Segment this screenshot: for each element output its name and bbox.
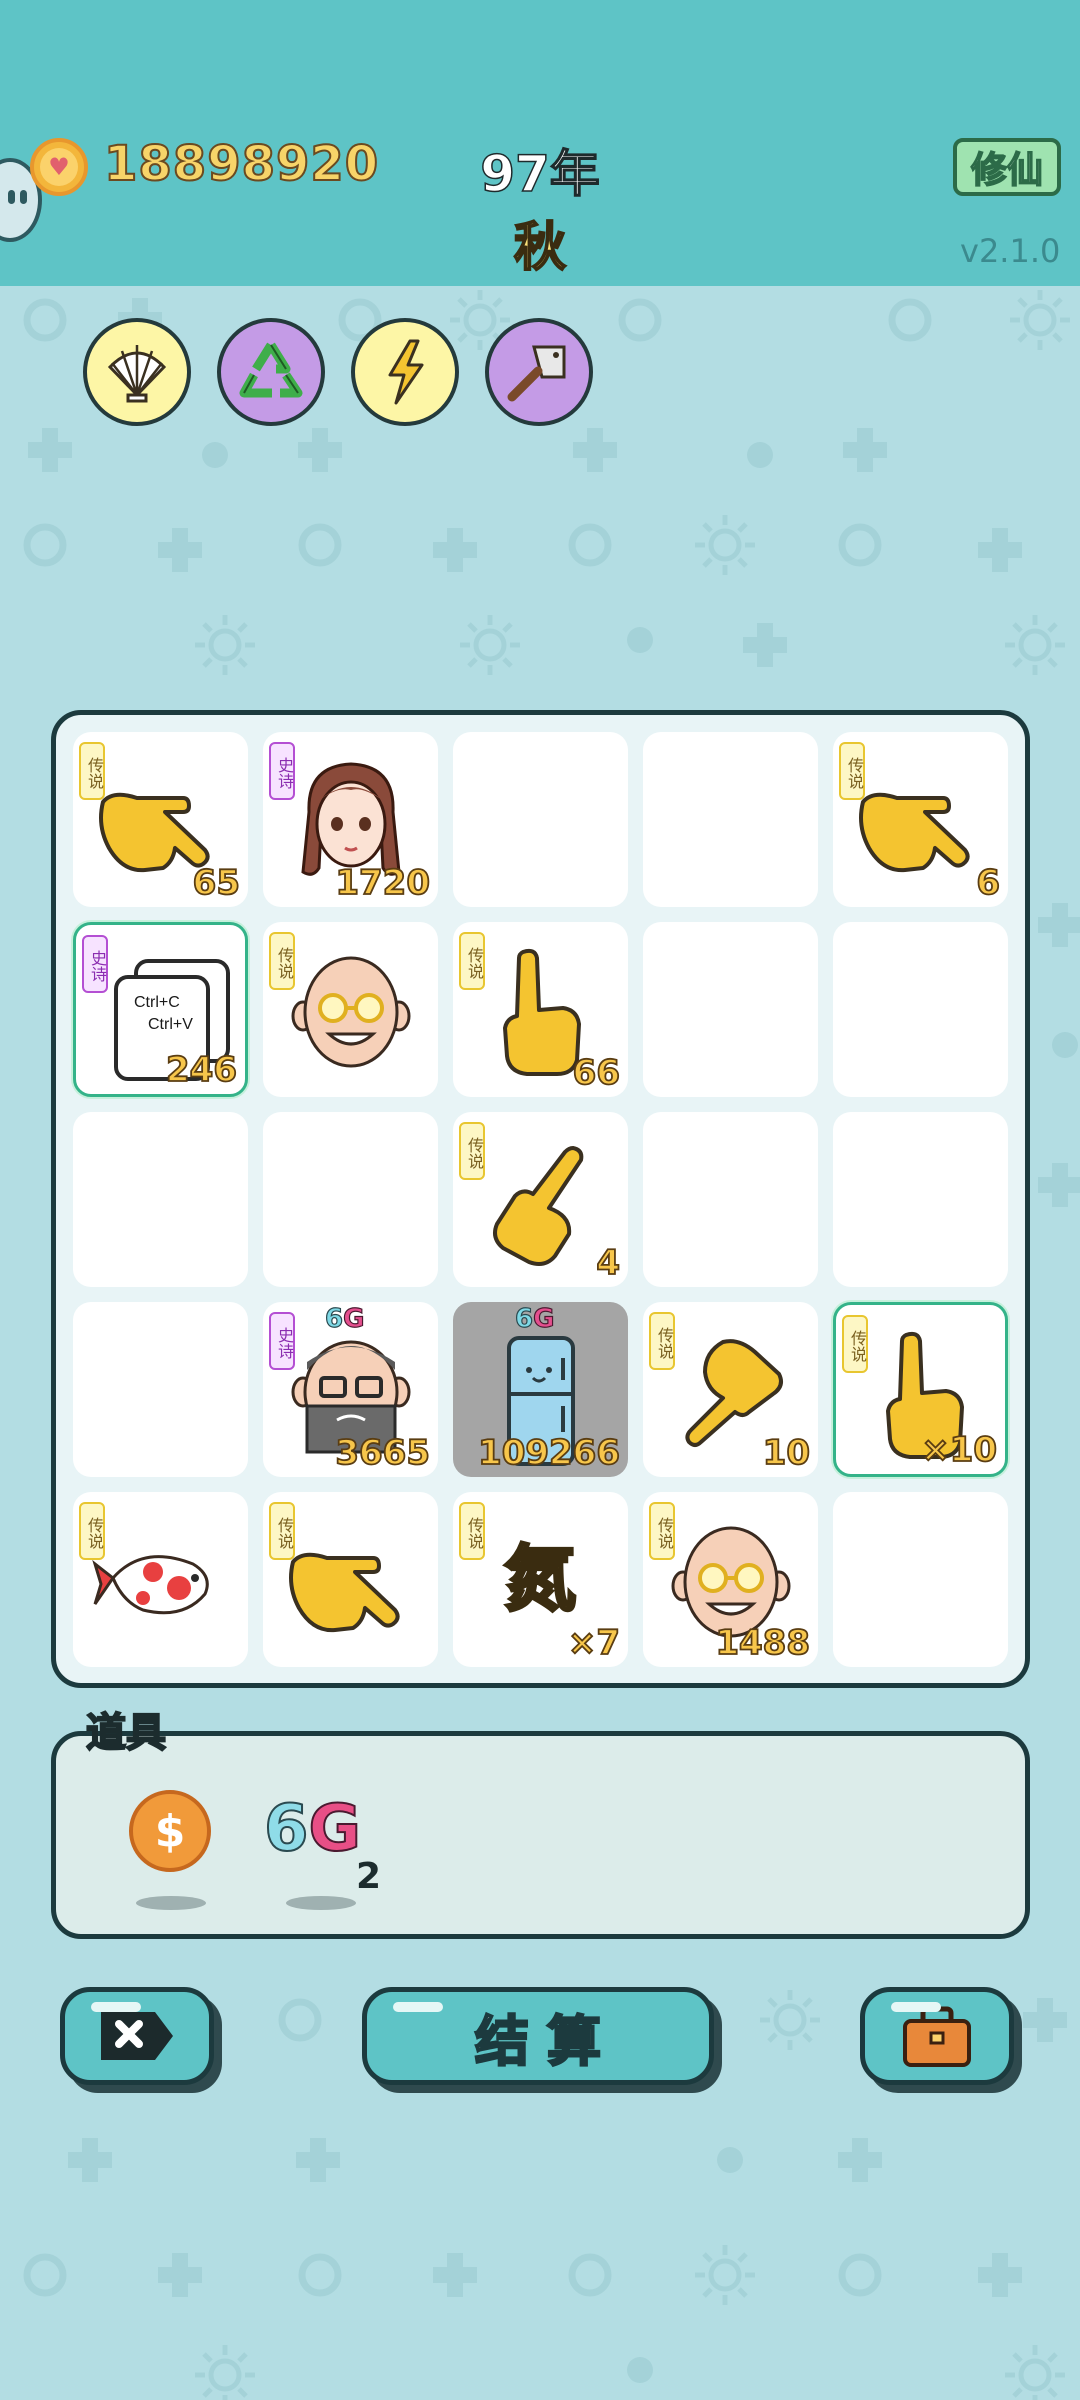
rarity-badge: 传说 [459,932,485,990]
board-cell-old-man-glasses[interactable]: 传说 [263,922,438,1097]
rarity-badge: 传说 [79,1502,105,1560]
rarity-badge: 史诗 [269,742,295,800]
item-count: 66 [572,1052,621,1094]
briefcase-icon [903,2006,971,2067]
top-status-bar: ♥ 18898920 97年 秋 修仙 v2.1.0 [0,0,1080,285]
board-cell-diagonal-point-hand[interactable]: 传说 4 [453,1112,628,1287]
6g-tag: 6G [324,1303,365,1334]
item-count: 1488 [714,1622,810,1664]
rarity-badge: 传说 [649,1312,675,1370]
year-display: 97年 [479,144,600,204]
lightning-icon[interactable] [351,318,459,426]
rarity-badge: 传说 [459,1122,485,1180]
board-cell-pointing-hand[interactable]: 传说 65 [73,732,248,907]
board-cell-fridge-6g[interactable]: 6G 109266 [453,1302,628,1477]
item-count: 10 [762,1432,811,1474]
board-cell-empty[interactable] [833,1492,1008,1667]
header-divider [0,280,1080,286]
6g-tag: 6G [514,1303,555,1334]
board-cell-pointing-hand[interactable]: 传说 6 [833,732,1008,907]
rarity-badge: 传说 [269,1502,295,1560]
item-count: 3665 [334,1432,430,1474]
item-count: ×10 [920,1429,998,1471]
board-cell-nitrogen-char[interactable]: 氮传说 ×7 [453,1492,628,1667]
heart-coin-icon: ♥ [30,138,88,196]
6g-quantity: 2 [356,1856,382,1897]
shell-icon[interactable] [83,318,191,426]
settle-button[interactable]: 结算 [362,1987,714,2085]
recycle-icon[interactable] [217,318,325,426]
item-count: 4 [595,1242,620,1284]
item-count: 246 [165,1049,238,1091]
rarity-badge: 传说 [842,1315,868,1373]
props-label: 道具 [85,1709,167,1757]
board-cell-empty[interactable] [643,1112,818,1287]
rarity-badge: 史诗 [82,935,108,993]
board-cell-bearded-man-6g[interactable]: 史诗 6G 3665 [263,1302,438,1477]
board-cell-old-man-glasses[interactable]: 传说 1488 [643,1492,818,1667]
cleaver-icon[interactable] [485,318,593,426]
rarity-badge: 传说 [269,932,295,990]
svg-text:Ctrl+C: Ctrl+C [134,994,180,1011]
svg-text:Ctrl+V: Ctrl+V [148,1016,193,1033]
game-board: 传说 65 史诗 1720 传说 6 Ctrl+C Ctrl+V 史诗 246 传说 传说 66 传说 4 史… [51,710,1030,1688]
settle-label: 结算 [474,2008,619,2074]
board-cell-empty[interactable] [643,732,818,907]
board-cell-empty[interactable] [73,1112,248,1287]
rarity-badge: 史诗 [269,1312,295,1370]
item-count: 109266 [477,1432,621,1474]
item-count: ×7 [567,1622,621,1664]
item-count: 6 [975,862,1000,904]
season-display: 秋 [513,217,567,279]
board-cell-empty[interactable] [73,1302,248,1477]
board-cell-pointing-hand[interactable]: 传说 [263,1492,438,1667]
board-cell-finger-up-hand[interactable]: 传说 ×10 [833,1302,1008,1477]
cultivate-button[interactable]: 修仙 [953,138,1061,196]
coin-balance: 18898920 [103,135,380,193]
version-label: v2.1.0 [960,232,1061,270]
prop-shadow [286,1896,356,1910]
rarity-badge: 传说 [649,1502,675,1560]
rarity-badge: 传说 [459,1502,485,1560]
rarity-badge: 传说 [839,742,865,800]
board-cell-koi-fish[interactable]: 传说 [73,1492,248,1667]
props-panel: $ 6G 2 [51,1731,1030,1939]
board-cell-copy-paste-card[interactable]: Ctrl+C Ctrl+V 史诗 246 [73,922,248,1097]
6g-icon[interactable]: 6G [263,1791,362,1867]
rarity-badge: 传说 [79,742,105,800]
board-cell-girl-face[interactable]: 史诗 1720 [263,732,438,907]
prop-shadow [136,1896,206,1910]
board-cell-finger-up-hand[interactable]: 传说 66 [453,922,628,1097]
svg-text:氮: 氮 [504,1537,576,1621]
exit-button[interactable] [60,1987,214,2085]
board-cell-empty[interactable] [833,922,1008,1097]
board-cell-empty[interactable] [643,922,818,1097]
close-icon [101,2012,173,2060]
dollar-coin-icon[interactable]: $ [129,1790,211,1872]
board-cell-down-point-hand[interactable]: 传说 10 [643,1302,818,1477]
item-count: 1720 [334,862,430,904]
bag-button[interactable] [860,1987,1014,2085]
board-cell-empty[interactable] [263,1112,438,1287]
board-cell-empty[interactable] [833,1112,1008,1287]
item-count: 65 [192,862,241,904]
board-cell-empty[interactable] [453,732,628,907]
